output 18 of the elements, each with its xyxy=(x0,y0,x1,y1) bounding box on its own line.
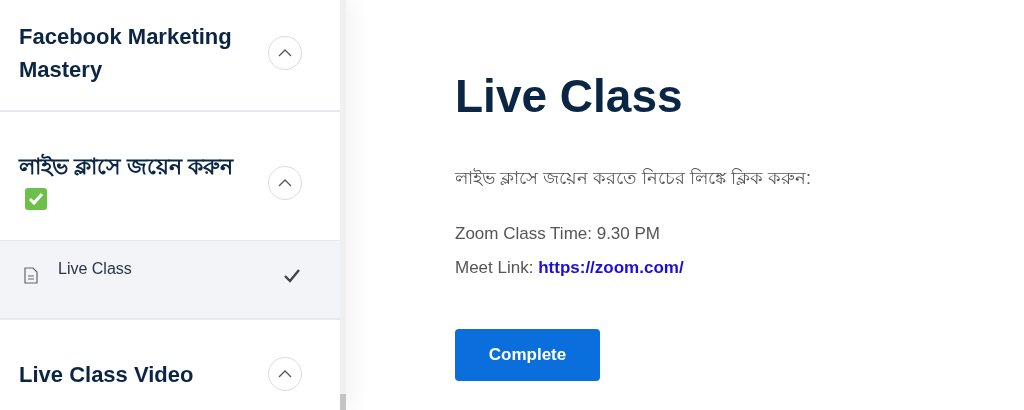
collapse-button[interactable] xyxy=(268,166,302,200)
lesson-item[interactable]: Live Class xyxy=(0,240,340,318)
chevron-up-icon xyxy=(278,49,292,57)
link-label: Meet Link: xyxy=(455,258,534,277)
class-time: Zoom Class Time: 9.30 PM xyxy=(455,223,661,245)
chevron-up-icon xyxy=(278,179,292,187)
chevron-up-icon xyxy=(278,370,292,378)
intro-text: লাইভ ক্লাসে জয়েন করতে নিচের লিঙ্কে ক্লিক করুন: xyxy=(455,167,812,190)
collapse-button[interactable] xyxy=(268,357,302,391)
section-title: লাইভ ক্লাসে জয়েন করুন xyxy=(19,150,234,216)
document-icon xyxy=(24,267,38,284)
section-title: Facebook Marketing Mastery xyxy=(19,23,233,84)
page-title: Live Class xyxy=(455,69,684,124)
complete-button[interactable]: Complete xyxy=(455,329,600,381)
section-title: Live Class Video xyxy=(19,360,194,389)
meet-link[interactable]: https://zoom.com/ xyxy=(538,258,684,277)
collapse-button[interactable] xyxy=(268,36,302,70)
scrollbar-thumb[interactable] xyxy=(340,394,346,410)
